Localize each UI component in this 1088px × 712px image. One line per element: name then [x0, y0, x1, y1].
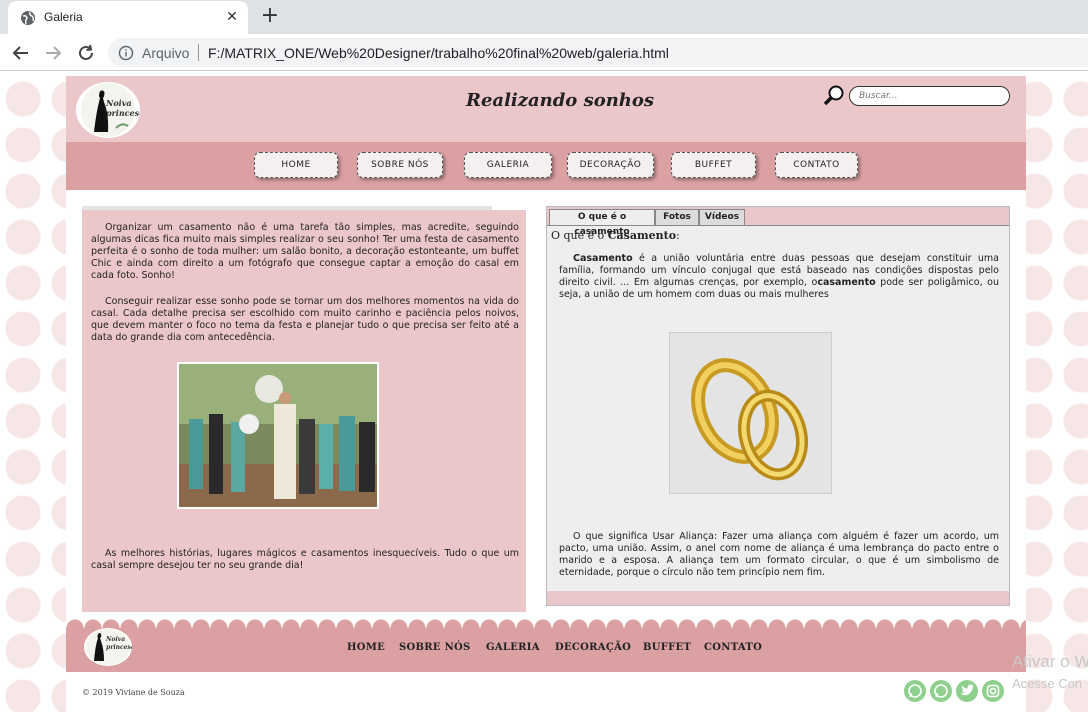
browser-toolbar: Arquivo F:/MATRIX_ONE/Web%20Designer/tra…: [0, 34, 1088, 71]
twitter-icon[interactable]: [956, 680, 978, 702]
reload-icon[interactable]: [75, 42, 97, 64]
browser-tab[interactable]: Galeria ✕: [8, 1, 248, 34]
activate-windows-subtitle: Acesse Con: [1012, 676, 1083, 691]
footer-scallop-edge: [66, 616, 1026, 628]
nav-decoration-button[interactable]: DECORAÇÃO: [567, 152, 654, 178]
footer-logo-text: Noiva princesa: [106, 636, 132, 651]
globe-icon: [21, 11, 35, 25]
new-tab-icon[interactable]: +: [258, 5, 282, 29]
address-bar[interactable]: Arquivo F:/MATRIX_ONE/Web%20Designer/tra…: [108, 38, 1088, 67]
tab-videos[interactable]: Vídeos: [699, 209, 745, 226]
wedding-rings-photo: [669, 332, 832, 494]
alliance-paragraph: O que significa Usar Aliança: Fazer uma …: [559, 531, 999, 578]
logo-text: Noiva princesa: [106, 98, 140, 118]
whatsapp-icon[interactable]: [904, 680, 926, 702]
footer-link-gallery[interactable]: GALERIA: [486, 642, 540, 653]
site-header: Noiva princesa Realizando sonhos: [66, 76, 1026, 142]
site-footer: Noiva princesa HOME SOBRE NÓS GALERIA DE…: [66, 628, 1026, 672]
forward-arrow-icon[interactable]: [42, 42, 64, 64]
wedding-party-image: [179, 364, 377, 507]
site-container: Noiva princesa Realizando sonhos HOME SO…: [66, 76, 1026, 712]
site-logo[interactable]: Noiva princesa: [76, 82, 140, 138]
browser-tab-strip: Galeria ✕ +: [0, 0, 1088, 34]
nav-contact-button[interactable]: CONTATO: [775, 152, 858, 178]
info-icon[interactable]: [118, 45, 134, 61]
copyright-text: © 2019 Viviane de Souza: [82, 688, 185, 697]
close-icon[interactable]: ✕: [224, 9, 240, 25]
intro-paragraph: Organizar um casamento não é uma tarefa …: [91, 222, 519, 281]
nav-home-button[interactable]: HOME: [254, 152, 338, 178]
search-input[interactable]: [849, 86, 1010, 106]
instagram-icon[interactable]: [982, 680, 1004, 702]
address-scheme-label: Arquivo: [142, 45, 190, 61]
left-content-panel: Organizar um casamento não é uma tarefa …: [82, 210, 526, 612]
tab-what-is-marriage[interactable]: O que é o casamento: [549, 209, 655, 237]
marriage-term-bold-2: casamento: [817, 277, 876, 288]
tab-divider: [547, 225, 1009, 226]
footer-link-buffet[interactable]: BUFFET: [643, 642, 691, 653]
footer-link-contact[interactable]: CONTATO: [704, 642, 762, 653]
tab-heading-suffix: :: [676, 229, 680, 242]
nav-about-button[interactable]: SOBRE NÓS: [357, 152, 443, 178]
site-title: Realizando sonhos: [466, 90, 655, 111]
tab-heading-prefix: O que é o: [551, 229, 608, 242]
activate-windows-title: Ativar o W: [1012, 652, 1088, 671]
closing-paragraph: As melhores histórias, lugares mágicos e…: [91, 548, 519, 571]
search-icon[interactable]: [822, 84, 846, 108]
nav-buffet-button[interactable]: BUFFET: [671, 152, 756, 178]
tab-title: Galeria: [44, 10, 83, 24]
marriage-term-bold: Casamento: [573, 253, 633, 264]
tabs-panel: O que é o casamento Fotos Vídeos O que é…: [546, 206, 1010, 606]
footer-logo[interactable]: Noiva princesa: [84, 628, 132, 666]
tabs-footer-bar: [547, 591, 1009, 605]
wedding-rings-image: [670, 333, 831, 493]
whatsapp-icon[interactable]: [930, 680, 952, 702]
address-divider: [198, 44, 199, 61]
back-arrow-icon[interactable]: [10, 42, 32, 64]
tab-photos[interactable]: Fotos: [655, 209, 699, 226]
tab-heading-bold: Casamento: [607, 229, 677, 242]
address-url[interactable]: F:/MATRIX_ONE/Web%20Designer/trabalho%20…: [208, 45, 669, 61]
main-navigation: HOME SOBRE NÓS GALERIA DECORAÇÃO BUFFET …: [66, 142, 1026, 190]
marriage-definition-paragraph: Casamento é a união voluntária entre dua…: [559, 253, 999, 301]
footer-link-about[interactable]: SOBRE NÓS: [399, 642, 471, 653]
wedding-party-photo: [177, 362, 379, 509]
tab-heading: O que é o Casamento:: [551, 229, 680, 242]
footer-link-decoration[interactable]: DECORAÇÃO: [555, 642, 631, 653]
second-paragraph: Conseguir realizar esse sonho pode se to…: [91, 296, 519, 343]
page-viewport: Noiva princesa Realizando sonhos HOME SO…: [0, 72, 1088, 712]
footer-link-home[interactable]: HOME: [347, 642, 385, 653]
nav-gallery-button[interactable]: GALERIA: [464, 152, 552, 178]
